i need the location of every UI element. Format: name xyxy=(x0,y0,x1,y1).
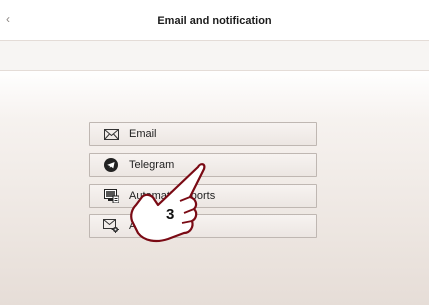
menu-item-label: Automatic reports xyxy=(129,190,216,202)
menu-item-label: Alert settings xyxy=(129,220,193,232)
menu-item-alert-settings[interactable]: Alert settings xyxy=(89,214,317,238)
menu-item-email[interactable]: Email xyxy=(89,122,317,146)
report-monitor-icon xyxy=(103,188,119,204)
telegram-icon xyxy=(103,157,119,173)
envelope-gear-icon xyxy=(103,218,119,234)
menu-item-label: Telegram xyxy=(129,159,175,171)
envelope-icon xyxy=(103,126,119,142)
page-title: Email and notification xyxy=(157,15,272,27)
menu-item-label: Email xyxy=(129,128,157,140)
menu-item-telegram[interactable]: Telegram xyxy=(89,153,317,177)
sub-toolbar xyxy=(0,41,429,71)
header-bar: ‹ Email and notification xyxy=(0,0,429,41)
menu-item-automatic-reports[interactable]: Automatic reports xyxy=(89,184,317,208)
